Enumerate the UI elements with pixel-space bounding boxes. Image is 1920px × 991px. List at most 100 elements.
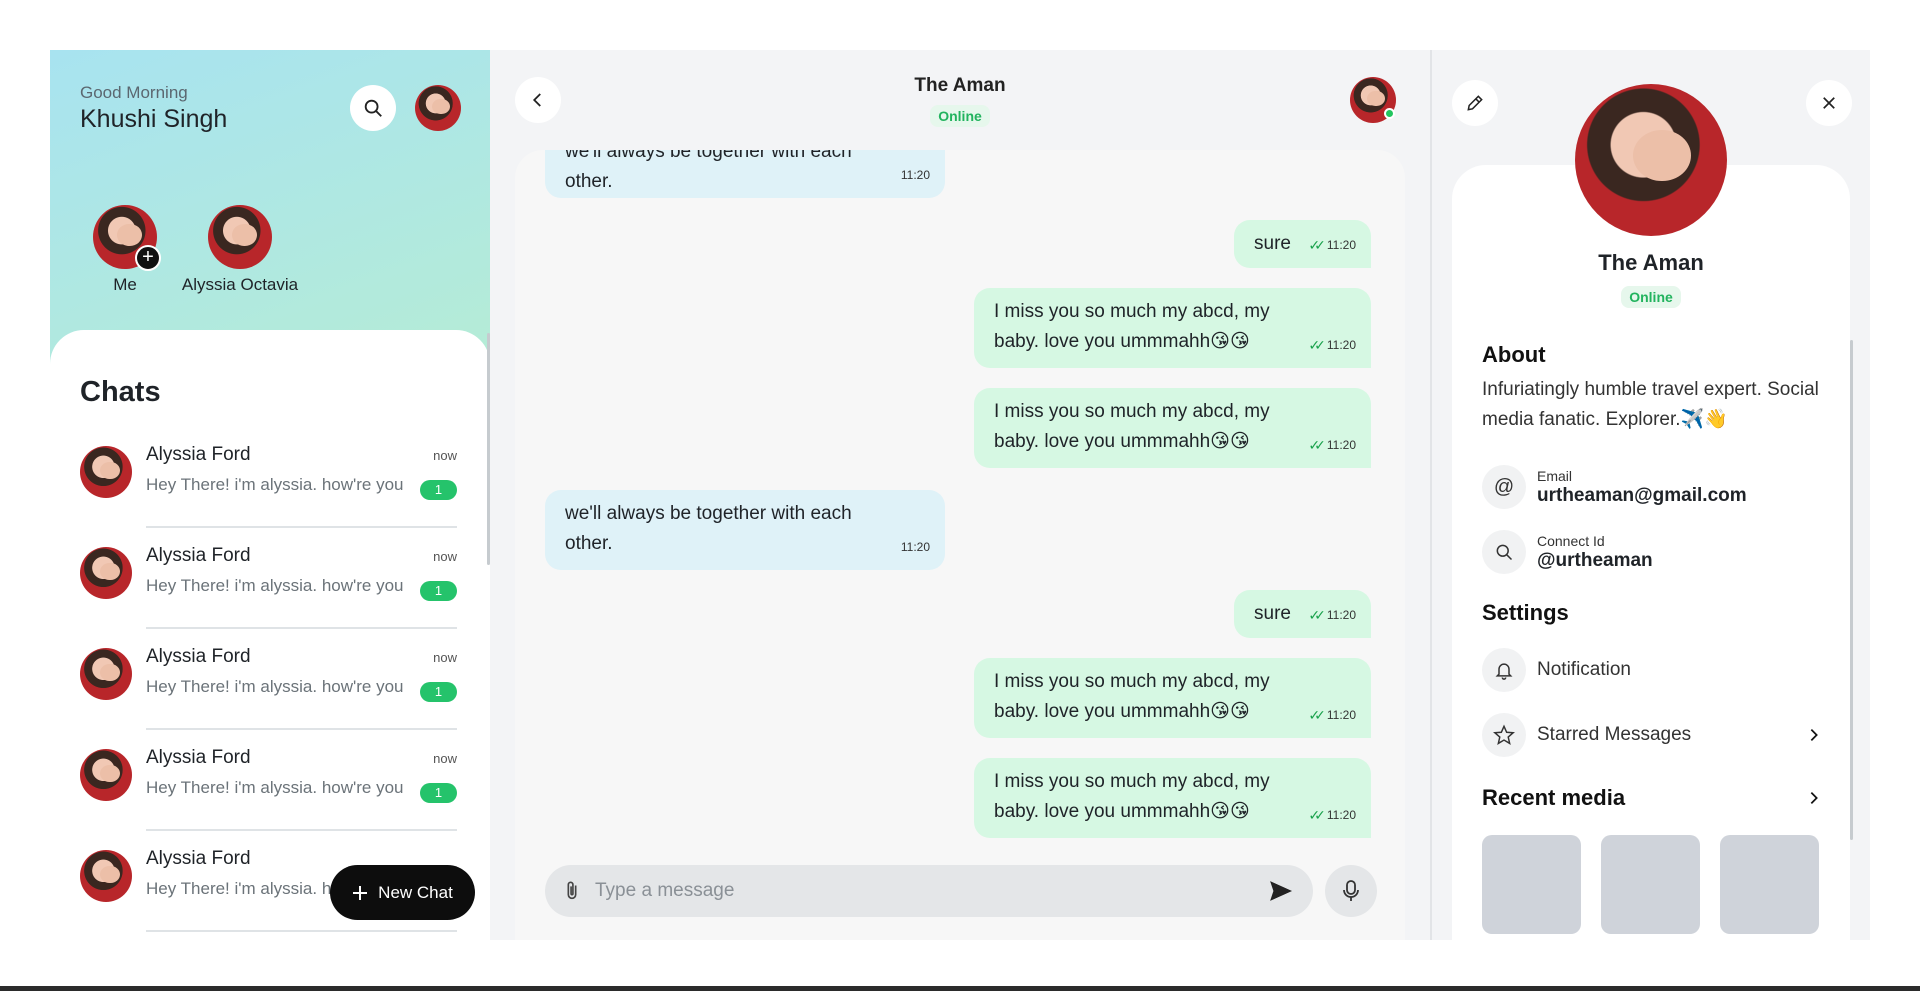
chat-name: Alyssia Ford xyxy=(146,444,251,465)
message-text: I miss you so much my abcd, my baby. lov… xyxy=(994,671,1270,722)
avatar xyxy=(80,446,132,498)
send-icon[interactable] xyxy=(1267,878,1295,904)
time-text: 11:20 xyxy=(1326,438,1356,452)
story-alyssia-octavia[interactable]: Alyssia Octavia xyxy=(181,205,299,295)
double-check-icon: ✓✓ xyxy=(1308,607,1326,623)
bell-icon xyxy=(1482,648,1526,692)
chats-title: Chats xyxy=(80,376,161,408)
search-button[interactable] xyxy=(350,85,396,131)
message-time: ✓✓ 11:20 xyxy=(1308,700,1356,730)
email-label: Email xyxy=(1537,467,1573,484)
close-button[interactable] xyxy=(1806,80,1852,126)
chat-app: Good Morning Khushi Singh + Me Alyssia O… xyxy=(50,50,1870,955)
chat-name: Alyssia Ford xyxy=(146,646,251,667)
message-input[interactable] xyxy=(595,865,1235,917)
notification-row[interactable]: Notification xyxy=(1482,648,1822,692)
time-text: 11:20 xyxy=(1326,708,1356,722)
story-me[interactable]: + Me xyxy=(80,205,170,295)
email-value[interactable]: urtheaman@gmail.com xyxy=(1537,485,1747,507)
microphone-icon xyxy=(1343,880,1359,901)
message-composer xyxy=(545,865,1313,917)
status-badge: Online xyxy=(930,105,990,127)
message-incoming: we'll always be together with each other… xyxy=(545,490,945,570)
double-check-icon: ✓✓ xyxy=(1308,237,1326,253)
double-check-icon: ✓✓ xyxy=(1308,337,1326,353)
double-check-icon: ✓✓ xyxy=(1308,807,1326,823)
chat-preview: Hey There! i'm alyssia. how're you xyxy=(146,677,404,696)
message-time: ✓✓ 11:20 xyxy=(1308,230,1356,260)
connect-id-value[interactable]: @urtheaman xyxy=(1537,550,1653,572)
mic-button[interactable] xyxy=(1325,865,1377,917)
message-outgoing: I miss you so much my abcd, my baby. lov… xyxy=(974,758,1371,838)
time-text: 11:20 xyxy=(1326,608,1356,622)
media-thumbnail[interactable] xyxy=(1720,835,1819,934)
recent-media-header[interactable]: Recent media xyxy=(1482,785,1822,811)
story-label: Alyssia Octavia xyxy=(181,275,299,294)
story-label: Me xyxy=(113,275,137,294)
message-outgoing: sure ✓✓ 11:20 xyxy=(1234,220,1371,268)
message-text: we'll always be together with each other… xyxy=(565,150,852,192)
search-icon xyxy=(364,99,382,117)
chat-time: now xyxy=(433,448,457,463)
new-chat-label: New Chat xyxy=(378,882,453,902)
email-row: @ Email urtheaman@gmail.com xyxy=(1482,465,1822,509)
time-text: 11:20 xyxy=(900,168,930,182)
chat-list-item[interactable]: Alyssia Ford now Hey There! i'm alyssia.… xyxy=(80,642,460,743)
chat-preview: Hey There! i'm alyssia. how're you xyxy=(146,576,404,595)
message-text: sure xyxy=(1254,603,1291,624)
time-text: 11:20 xyxy=(1326,338,1356,352)
message-time: 11:20 xyxy=(901,532,930,562)
avatar xyxy=(80,850,132,902)
chat-time: now xyxy=(433,751,457,766)
message-text: I miss you so much my abcd, my baby. lov… xyxy=(994,401,1270,452)
chat-info: Alyssia Ford now Hey There! i'm alyssia.… xyxy=(146,747,457,831)
chat-list-item[interactable]: Alyssia Ford now Hey There! i'm alyssia.… xyxy=(80,743,460,844)
online-indicator xyxy=(1384,108,1395,119)
message-incoming: we'll always be together with each other… xyxy=(545,150,945,198)
profile-avatar[interactable] xyxy=(1575,84,1727,236)
chat-name: Alyssia Ford xyxy=(146,747,251,768)
search-icon xyxy=(1482,530,1526,574)
close-icon xyxy=(1823,97,1835,109)
message-time: 11:20 xyxy=(901,160,930,190)
unread-badge: 1 xyxy=(420,480,457,500)
chat-name: Alyssia Ford xyxy=(146,545,251,566)
chat-info: Alyssia Ford now Hey There! i'm alyssia.… xyxy=(146,444,457,528)
unread-badge: 1 xyxy=(420,682,457,702)
chat-contact-name: The Aman xyxy=(914,75,1006,96)
avatar xyxy=(80,648,132,700)
chat-window: The Aman Online we'll always be together… xyxy=(490,50,1515,940)
add-story-icon[interactable]: + xyxy=(135,245,161,271)
message-list: we'll always be together with each other… xyxy=(515,150,1405,940)
chat-list-item[interactable]: Alyssia Ford now Hey There! i'm alyssia.… xyxy=(80,541,460,642)
starred-messages-row[interactable]: Starred Messages xyxy=(1482,713,1822,757)
paperclip-icon[interactable] xyxy=(561,879,583,903)
star-icon xyxy=(1482,713,1526,757)
avatar xyxy=(208,205,272,269)
chat-preview: Hey There! i'm alyssia. how're you xyxy=(146,475,404,494)
chat-info: Alyssia Ford now Hey There! i'm alyssia.… xyxy=(146,545,457,629)
notification-label: Notification xyxy=(1537,659,1631,680)
media-thumbnail[interactable] xyxy=(1482,835,1581,934)
plus-icon xyxy=(353,885,368,900)
settings-title: Settings xyxy=(1482,600,1569,625)
chat-list-item[interactable]: Alyssia Ford now Hey There! i'm alyssia.… xyxy=(80,440,460,541)
message-outgoing: I miss you so much my abcd, my baby. lov… xyxy=(974,288,1371,368)
user-avatar[interactable] xyxy=(415,85,461,131)
unread-badge: 1 xyxy=(420,581,457,601)
edit-button[interactable] xyxy=(1452,80,1498,126)
message-outgoing: I miss you so much my abcd, my baby. lov… xyxy=(974,388,1371,468)
message-time: ✓✓ 11:20 xyxy=(1308,430,1356,460)
connect-id-text: Connect Id @urtheaman xyxy=(1537,533,1653,572)
avatar xyxy=(80,749,132,801)
profile-panel: The Aman Online About Infuriatingly humb… xyxy=(1430,50,1870,955)
avatar xyxy=(80,547,132,599)
bottom-edge xyxy=(0,986,1920,991)
new-chat-button[interactable]: New Chat xyxy=(330,865,475,920)
media-thumbnail[interactable] xyxy=(1601,835,1700,934)
message-outgoing: I miss you so much my abcd, my baby. lov… xyxy=(974,658,1371,738)
about-title: About xyxy=(1482,342,1546,367)
connect-id-row: Connect Id @urtheaman xyxy=(1482,530,1822,574)
time-text: 11:20 xyxy=(900,540,930,554)
profile-scrollbar[interactable] xyxy=(1850,340,1853,840)
